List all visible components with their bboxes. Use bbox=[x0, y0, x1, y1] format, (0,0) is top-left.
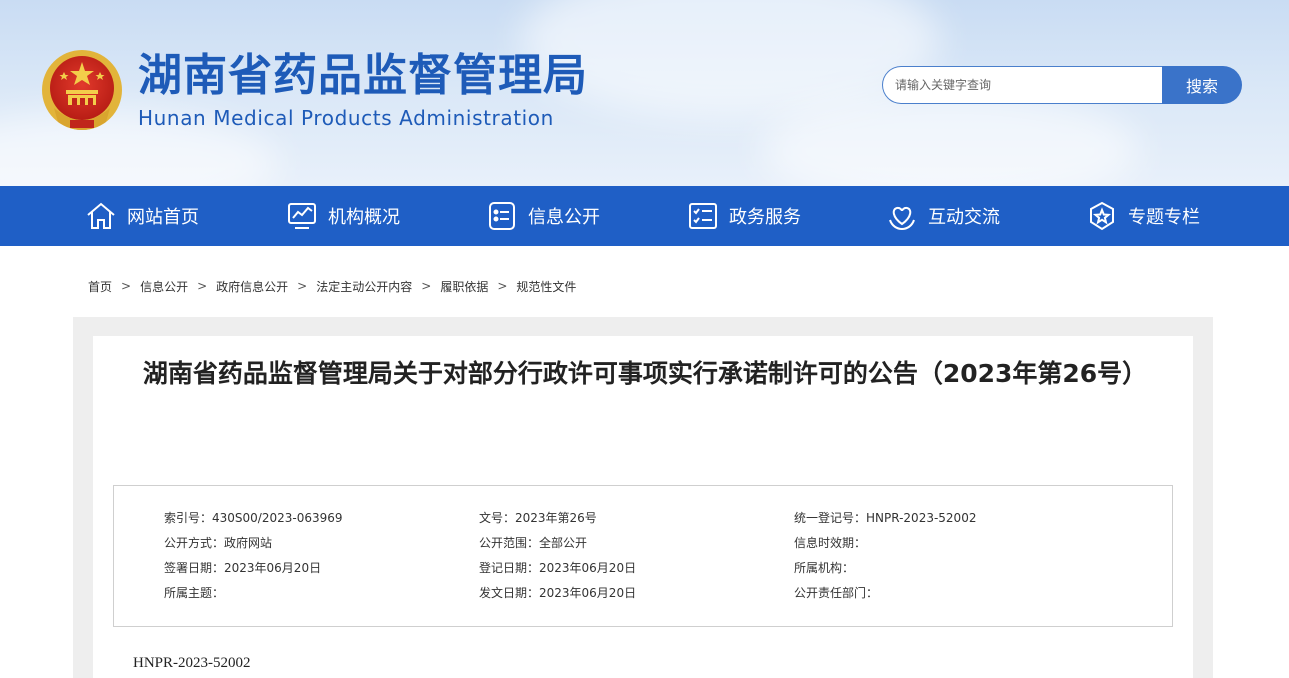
meta-sign-date: 签署日期：2023年06月20日 bbox=[164, 561, 322, 575]
nav-label: 机构概况 bbox=[328, 207, 400, 228]
meta-doc-no: 文号：2023年第26号 bbox=[479, 511, 597, 525]
site-title: 湖南省药品监督管理局 bbox=[138, 50, 588, 101]
breadcrumb-info-public[interactable]: 信息公开 bbox=[140, 278, 188, 295]
heart-hand-icon bbox=[886, 200, 918, 232]
nav-item-home[interactable]: 网站首页 bbox=[85, 186, 199, 246]
main-nav: 网站首页 机构概况 信息公开 政务服务 互动交流 专题专栏 bbox=[0, 186, 1289, 246]
breadcrumb-home[interactable]: 首页 bbox=[88, 278, 112, 295]
breadcrumb-separator: > bbox=[497, 279, 508, 293]
meta-publish-method: 公开方式：政府网站 bbox=[164, 536, 273, 550]
meta-unified-reg-no: 统一登记号：HNPR-2023-52002 bbox=[794, 511, 977, 525]
breadcrumb-separator: > bbox=[297, 279, 308, 293]
meta-org: 所属机构： bbox=[794, 561, 855, 575]
meta-topic: 所属主题： bbox=[164, 586, 225, 600]
document-meta-table: 索引号：430S00/2023-063969 文号：2023年第26号 统一登记… bbox=[113, 485, 1173, 627]
breadcrumb-duty-basis[interactable]: 履职依据 bbox=[440, 278, 488, 295]
breadcrumb: 首页 > 信息公开 > 政府信息公开 > 法定主动公开内容 > 履职依据 > 规… bbox=[88, 277, 576, 295]
nav-label: 互动交流 bbox=[928, 207, 1000, 228]
meta-index-no: 索引号：430S00/2023-063969 bbox=[164, 511, 343, 525]
home-icon bbox=[85, 200, 117, 232]
meta-reg-date: 登记日期：2023年06月20日 bbox=[479, 561, 637, 575]
article-title: 湖南省药品监督管理局关于对部分行政许可事项实行承诺制许可的公告（2023年第26… bbox=[142, 359, 1148, 388]
site-title-english: Hunan Medical Products Administration bbox=[138, 106, 554, 130]
document-code: HNPR-2023-52002 bbox=[133, 655, 251, 671]
search-box: 搜索 bbox=[882, 66, 1242, 104]
nav-item-about[interactable]: 机构概况 bbox=[286, 186, 400, 246]
breadcrumb-statutory[interactable]: 法定主动公开内容 bbox=[316, 278, 412, 295]
site-header: 湖南省药品监督管理局 Hunan Medical Products Admini… bbox=[0, 0, 1289, 186]
nav-item-topics[interactable]: 专题专栏 bbox=[1086, 186, 1200, 246]
nav-item-info[interactable]: 信息公开 bbox=[486, 186, 600, 246]
nav-label: 政务服务 bbox=[729, 207, 801, 228]
star-shield-icon bbox=[1086, 200, 1118, 232]
breadcrumb-gov-info[interactable]: 政府信息公开 bbox=[216, 278, 288, 295]
document-list-icon bbox=[486, 200, 518, 232]
nav-label: 专题专栏 bbox=[1128, 207, 1200, 228]
chart-monitor-icon bbox=[286, 200, 318, 232]
breadcrumb-normative-docs[interactable]: 规范性文件 bbox=[516, 278, 576, 295]
breadcrumb-separator: > bbox=[197, 279, 208, 293]
meta-validity: 信息时效期： bbox=[794, 536, 867, 550]
search-input[interactable] bbox=[882, 66, 1166, 104]
nav-item-services[interactable]: 政务服务 bbox=[687, 186, 801, 246]
national-emblem-icon bbox=[40, 48, 124, 134]
checklist-icon bbox=[687, 200, 719, 232]
nav-item-interaction[interactable]: 互动交流 bbox=[886, 186, 1000, 246]
meta-issue-date: 发文日期：2023年06月20日 bbox=[479, 586, 637, 600]
breadcrumb-separator: > bbox=[121, 279, 132, 293]
search-button[interactable]: 搜索 bbox=[1162, 66, 1242, 104]
breadcrumb-separator: > bbox=[421, 279, 432, 293]
meta-publish-scope: 公开范围：全部公开 bbox=[479, 536, 588, 550]
nav-label: 网站首页 bbox=[127, 207, 199, 228]
meta-dept: 公开责任部门： bbox=[794, 586, 879, 600]
nav-label: 信息公开 bbox=[528, 207, 600, 228]
